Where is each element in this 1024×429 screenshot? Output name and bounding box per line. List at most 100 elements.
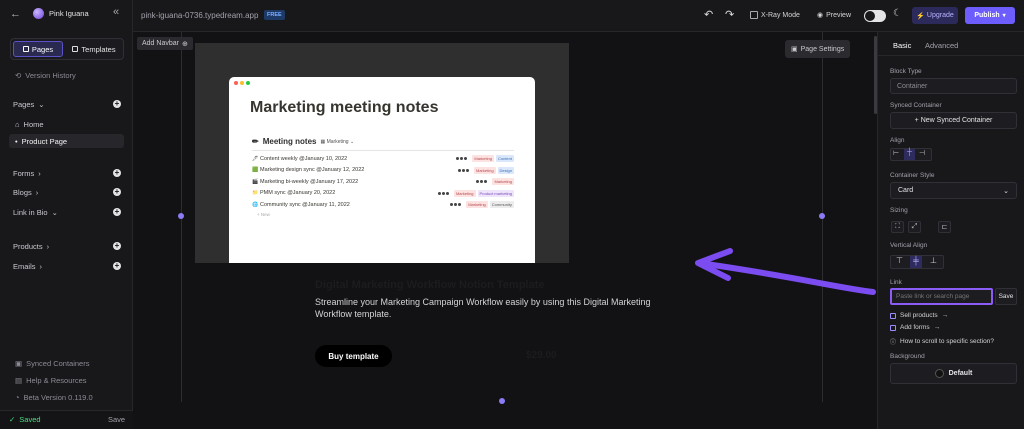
add-blog-icon[interactable]: + (113, 188, 121, 196)
bottom-resize-handle[interactable] (499, 398, 505, 404)
upgrade-button[interactable]: ⚡ Upgrade (912, 7, 958, 24)
xray-mode-button[interactable]: X-Ray Mode (750, 11, 800, 19)
sidebar-item-home[interactable]: ⌂ Home (15, 120, 44, 129)
align-right-icon[interactable]: ⊣ (919, 149, 925, 157)
version-history-label: Version History (25, 71, 76, 80)
notion-row: 📁 PMM sync @January 20, 2022 Marketing Prod… (252, 188, 514, 200)
avatar-group (449, 202, 463, 208)
add-forms-label: Add forms (900, 324, 930, 331)
product-title[interactable]: Digital Marketing Workflow Notion Templa… (315, 279, 544, 291)
add-navbar-button[interactable]: Add Navbar ⊕ (137, 37, 193, 50)
panel-scrollbar[interactable] (874, 36, 877, 114)
product-price[interactable]: $29.00 (526, 350, 557, 361)
product-description-line2[interactable]: Workflow template. (315, 309, 391, 319)
notion-tag: Community (489, 201, 514, 209)
avatar (483, 179, 489, 185)
tab-basic[interactable]: Basic (893, 41, 911, 50)
align-bottom-icon[interactable]: ⊥ (930, 256, 937, 265)
link-input[interactable] (890, 288, 993, 305)
right-resize-handle[interactable] (819, 213, 825, 219)
chevron-right-icon: › (46, 242, 50, 251)
avatar (463, 156, 469, 162)
chevron-down-icon: ⌄ (51, 208, 58, 217)
sidebar-item-emails[interactable]: Emails › (13, 262, 42, 271)
block-type-label: Block Type (890, 68, 922, 75)
notion-filter: ▦ Marketing ⌄ (320, 138, 355, 145)
expand-icon[interactable]: ⤢ (908, 221, 921, 233)
container-style-select[interactable]: Card ⌄ (890, 182, 1017, 199)
notion-row: 🎬 Marketing bi-weekly @January 17, 2022 Ma… (252, 176, 514, 188)
info-icon: ◔ (15, 393, 20, 402)
collapse-sidebar-icon[interactable]: « (113, 6, 119, 18)
tab-divider (878, 55, 1024, 56)
link-save-button[interactable]: Save (995, 288, 1017, 305)
chevron-right-icon: › (35, 188, 39, 197)
scroll-help-link[interactable]: ⓘ How to scroll to specific section? (890, 337, 994, 346)
add-link-in-bio-icon[interactable]: + (113, 208, 121, 216)
notion-window: Marketing meeting notes ✏ Meeting notes … (229, 77, 535, 263)
plus-circle-icon: ⊕ (181, 40, 188, 48)
tab-templates[interactable]: Templates (66, 41, 122, 57)
fit-content-icon[interactable]: ⊏ (938, 221, 951, 233)
sidebar-item-link-in-bio[interactable]: Link in Bio ⌄ (13, 208, 58, 217)
help-link[interactable]: ▤ Help & Resources (15, 376, 87, 385)
redo-icon[interactable]: ↷ (725, 8, 734, 21)
sidebar-item-products[interactable]: Products › (13, 242, 49, 251)
notion-row-text: PMM sync @January 20, 2022 (260, 190, 336, 197)
background-label: Background (890, 353, 925, 360)
background-select[interactable]: Default (890, 363, 1017, 384)
notion-section-label: Meeting notes (262, 137, 317, 146)
align-left-icon[interactable]: ⊢ (893, 149, 899, 157)
pages-heading[interactable]: Pages ⌄ (13, 100, 45, 109)
buy-template-button[interactable]: Buy template (315, 345, 392, 367)
check-icon: ✓ (9, 415, 16, 424)
align-center-icon[interactable]: ┼ (904, 149, 915, 160)
version-history-link[interactable]: ⟲ Version History (15, 71, 76, 80)
theme-toggle[interactable] (864, 10, 886, 22)
product-description-line1[interactable]: Streamline your Marketing Campaign Workf… (315, 297, 650, 307)
left-resize-handle[interactable] (178, 213, 184, 219)
moon-icon[interactable]: ☾ (893, 8, 902, 19)
sell-products-link[interactable]: Sell products → (890, 312, 948, 319)
sidebar-item-blogs[interactable]: Blogs › (13, 188, 38, 197)
forms-label: Forms (13, 169, 35, 178)
notion-row-icon: 📁 (252, 190, 259, 197)
templates-icon (72, 46, 79, 52)
align-middle-icon[interactable]: ╪ (910, 256, 922, 268)
synced-containers-link[interactable]: ▣ Synced Containers (15, 359, 89, 368)
align-top-icon[interactable]: ⊤ (896, 256, 903, 265)
tab-pages[interactable]: Pages (13, 41, 63, 57)
add-page-icon[interactable]: + (113, 100, 121, 108)
preview-button[interactable]: ◉ Preview (817, 11, 851, 20)
xray-label: X-Ray Mode (761, 11, 800, 19)
properties-panel: Basic Advanced Block Type Container Sync… (874, 32, 1024, 429)
publish-button[interactable]: Publish ▾ (965, 7, 1015, 24)
book-icon: ▤ (15, 376, 23, 385)
site-url[interactable]: pink-iguana-0736.typedream.app (141, 11, 258, 20)
notion-row-text: Content weekly @January 10, 2022 (260, 155, 348, 162)
avatar-group (475, 179, 489, 185)
notion-tag: Marketing (473, 166, 496, 174)
beta-version-label: Beta Version 0.119.0 (23, 393, 93, 402)
history-icon: ⟲ (15, 71, 22, 80)
add-product-icon[interactable]: + (113, 242, 121, 250)
back-arrow-icon[interactable]: ← (10, 8, 21, 20)
notion-row-text: Community sync @January 11, 2022 (260, 201, 350, 208)
add-email-icon[interactable]: + (113, 262, 121, 270)
notion-divider (252, 150, 514, 151)
help-label: Help & Resources (26, 376, 87, 385)
tab-advanced[interactable]: Advanced (925, 41, 958, 50)
window-min-dot (240, 81, 244, 85)
page-settings-button[interactable]: ▣ Page Settings (785, 40, 851, 58)
fill-icon[interactable]: ⛶ (891, 221, 904, 233)
add-form-icon[interactable]: + (113, 169, 121, 177)
add-forms-link[interactable]: Add forms → (890, 324, 940, 331)
notion-tag: Marketing (466, 201, 488, 209)
undo-icon[interactable]: ↶ (704, 8, 713, 21)
new-synced-container-button[interactable]: + New Synced Container (890, 112, 1017, 129)
avatar-group (456, 167, 470, 173)
chevron-down-icon: ▾ (1002, 13, 1006, 19)
sidebar-item-forms[interactable]: Forms › (13, 169, 41, 178)
save-button[interactable]: Save (108, 415, 125, 424)
notion-tag: Content (495, 155, 514, 163)
